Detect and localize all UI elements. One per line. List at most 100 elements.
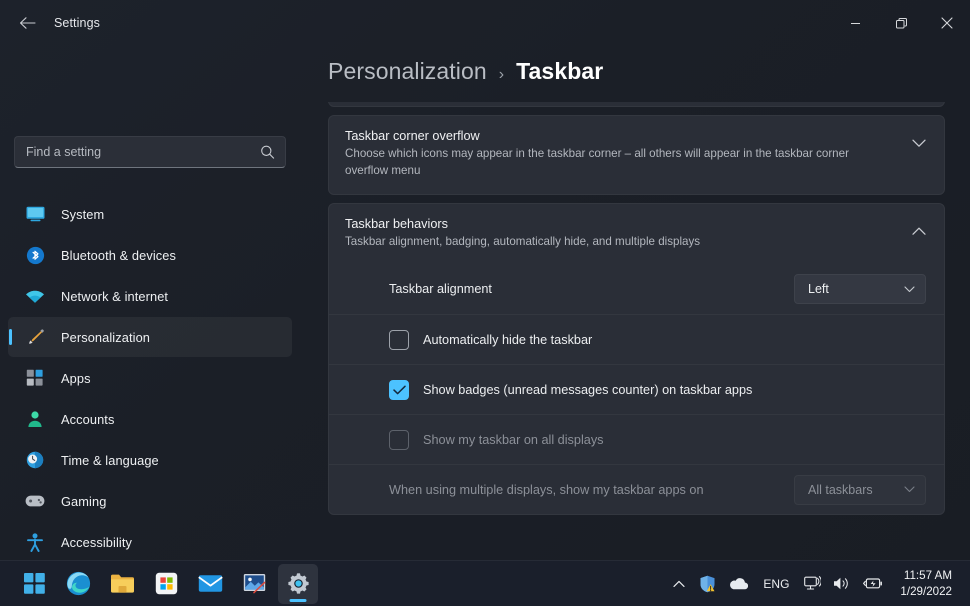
photos-icon bbox=[243, 574, 265, 594]
language-indicator[interactable]: ENG bbox=[755, 565, 797, 603]
breadcrumb-parent-link[interactable]: Personalization bbox=[328, 58, 487, 85]
sidebar-item-label: Gaming bbox=[61, 493, 107, 509]
volume-button[interactable] bbox=[828, 565, 856, 603]
restore-icon bbox=[895, 17, 907, 28]
multiple-displays-apps-label: When using multiple displays, show my ta… bbox=[389, 482, 704, 497]
taskbar-alignment-value: Left bbox=[808, 282, 829, 297]
show-badges-row[interactable]: Show badges (unread messages counter) on… bbox=[329, 364, 944, 414]
taskbar-alignment-row: Taskbar alignment Left bbox=[329, 264, 944, 314]
chevron-down-icon bbox=[904, 486, 915, 493]
auto-hide-taskbar-row[interactable]: Automatically hide the taskbar bbox=[329, 314, 944, 364]
minimize-button[interactable] bbox=[832, 0, 878, 46]
start-button[interactable] bbox=[14, 564, 54, 604]
start-icon bbox=[23, 573, 45, 594]
sidebar-item-label: System bbox=[61, 206, 105, 222]
auto-hide-taskbar-checkbox[interactable] bbox=[389, 329, 409, 350]
microsoft-store-button[interactable] bbox=[146, 564, 186, 604]
sidebar-item-personalization[interactable]: Personalization bbox=[8, 317, 292, 357]
network-icon bbox=[24, 286, 46, 306]
maximize-button[interactable] bbox=[878, 0, 924, 46]
shield-warning-icon bbox=[700, 575, 715, 592]
show-taskbar-all-displays-label: Show my taskbar on all displays bbox=[423, 432, 604, 447]
multiple-displays-apps-dropdown: All taskbars bbox=[794, 474, 926, 505]
settings-button[interactable] bbox=[278, 563, 318, 604]
app-title: Settings bbox=[54, 16, 100, 30]
sidebar-item-bluetooth-devices[interactable]: Bluetooth & devices bbox=[8, 235, 292, 275]
onedrive-button[interactable] bbox=[723, 565, 753, 603]
taskbar-apps bbox=[14, 563, 318, 604]
page-title: Taskbar bbox=[516, 58, 604, 84]
chevron-up-icon[interactable] bbox=[912, 227, 926, 236]
clock-time: 11:57 AM bbox=[903, 568, 952, 582]
bluetooth-icon bbox=[24, 245, 46, 265]
sidebar-item-accessibility[interactable]: Accessibility bbox=[8, 522, 292, 562]
window-controls bbox=[832, 0, 970, 46]
auto-hide-taskbar-label: Automatically hide the taskbar bbox=[423, 332, 593, 347]
breadcrumb: Personalization › Taskbar bbox=[300, 46, 970, 102]
show-taskbar-all-displays-checkbox bbox=[389, 429, 409, 450]
network-button[interactable] bbox=[799, 565, 826, 603]
show-taskbar-all-displays-row: Show my taskbar on all displays bbox=[329, 414, 944, 464]
file-explorer-button[interactable] bbox=[102, 564, 142, 604]
breadcrumb-separator-icon: › bbox=[498, 66, 505, 83]
taskbar-corner-overflow-card: Taskbar corner overflow Choose which ico… bbox=[328, 115, 945, 195]
taskbar-corner-overflow-description: Choose which icons may appear in the tas… bbox=[345, 147, 849, 177]
mail-button[interactable] bbox=[190, 564, 230, 604]
accounts-icon bbox=[24, 409, 46, 429]
clock-date: 1/29/2022 bbox=[900, 584, 952, 598]
apps-icon bbox=[24, 368, 46, 388]
chevron-down-icon bbox=[904, 286, 915, 293]
close-button[interactable] bbox=[924, 0, 970, 46]
volume-icon bbox=[834, 577, 849, 590]
search-input[interactable] bbox=[15, 145, 285, 159]
taskbar-behaviors-title: Taskbar behaviors bbox=[345, 216, 448, 231]
virtual-touchpad-card: Always show virtual touchpad icon Off bbox=[328, 102, 945, 107]
tray-overflow-button[interactable] bbox=[666, 565, 692, 603]
battery-charging-icon bbox=[863, 578, 883, 589]
minimize-icon bbox=[850, 22, 860, 24]
search-box[interactable] bbox=[14, 136, 286, 168]
sidebar-item-time-language[interactable]: Time & language bbox=[8, 440, 292, 480]
battery-button[interactable] bbox=[858, 565, 888, 603]
taskbar-behaviors-header[interactable]: Taskbar behaviors Taskbar alignment, bad… bbox=[329, 204, 944, 265]
windows-security-button[interactable] bbox=[694, 565, 721, 603]
sidebar: System Bluetooth & devices bbox=[0, 46, 300, 560]
back-button[interactable] bbox=[10, 8, 44, 38]
back-arrow-icon bbox=[19, 17, 36, 29]
cloud-icon bbox=[730, 578, 749, 590]
sidebar-item-network-internet[interactable]: Network & internet bbox=[8, 276, 292, 316]
sidebar-item-label: Bluetooth & devices bbox=[61, 247, 177, 263]
close-icon bbox=[941, 17, 953, 29]
multiple-displays-apps-row: When using multiple displays, show my ta… bbox=[329, 464, 944, 514]
virtual-touchpad-row[interactable]: Always show virtual touchpad icon Off bbox=[329, 102, 944, 106]
sidebar-item-accounts[interactable]: Accounts bbox=[8, 399, 292, 439]
taskbar-behaviors-card: Taskbar behaviors Taskbar alignment, bad… bbox=[328, 202, 945, 516]
time-language-icon bbox=[24, 450, 46, 470]
chevron-down-icon[interactable] bbox=[912, 139, 926, 148]
system-icon bbox=[24, 204, 46, 224]
mail-icon bbox=[197, 575, 223, 592]
taskbar-behaviors-description: Taskbar alignment, badging, automaticall… bbox=[345, 234, 701, 248]
taskbar-alignment-label: Taskbar alignment bbox=[389, 282, 492, 297]
multiple-displays-apps-value: All taskbars bbox=[808, 482, 873, 497]
chevron-up-icon bbox=[673, 580, 686, 587]
sidebar-item-apps[interactable]: Apps bbox=[8, 358, 292, 398]
check-icon bbox=[392, 385, 406, 395]
title-bar: Settings bbox=[0, 0, 970, 46]
taskbar-alignment-dropdown[interactable]: Left bbox=[794, 274, 926, 305]
taskbar-corner-overflow-title: Taskbar corner overflow bbox=[345, 129, 480, 143]
sidebar-item-gaming[interactable]: Gaming bbox=[8, 481, 292, 521]
gaming-icon bbox=[24, 491, 46, 511]
show-badges-label: Show badges (unread messages counter) on… bbox=[423, 382, 753, 397]
edge-button[interactable] bbox=[58, 564, 98, 604]
search-icon bbox=[260, 145, 275, 160]
settings-list: Always show virtual touchpad icon Off Ta… bbox=[300, 102, 970, 560]
sidebar-item-system[interactable]: System bbox=[8, 194, 292, 234]
photos-button[interactable] bbox=[234, 564, 274, 604]
show-badges-checkbox[interactable] bbox=[389, 379, 409, 400]
sidebar-nav: System Bluetooth & devices Network & int… bbox=[0, 194, 300, 562]
clock[interactable]: 11:57 AM 1/29/2022 bbox=[890, 565, 960, 603]
store-icon bbox=[155, 572, 177, 595]
settings-window: Settings Find a setting System Bluetooth… bbox=[0, 0, 970, 606]
taskbar-corner-overflow-header[interactable]: Taskbar corner overflow Choose which ico… bbox=[329, 116, 944, 194]
